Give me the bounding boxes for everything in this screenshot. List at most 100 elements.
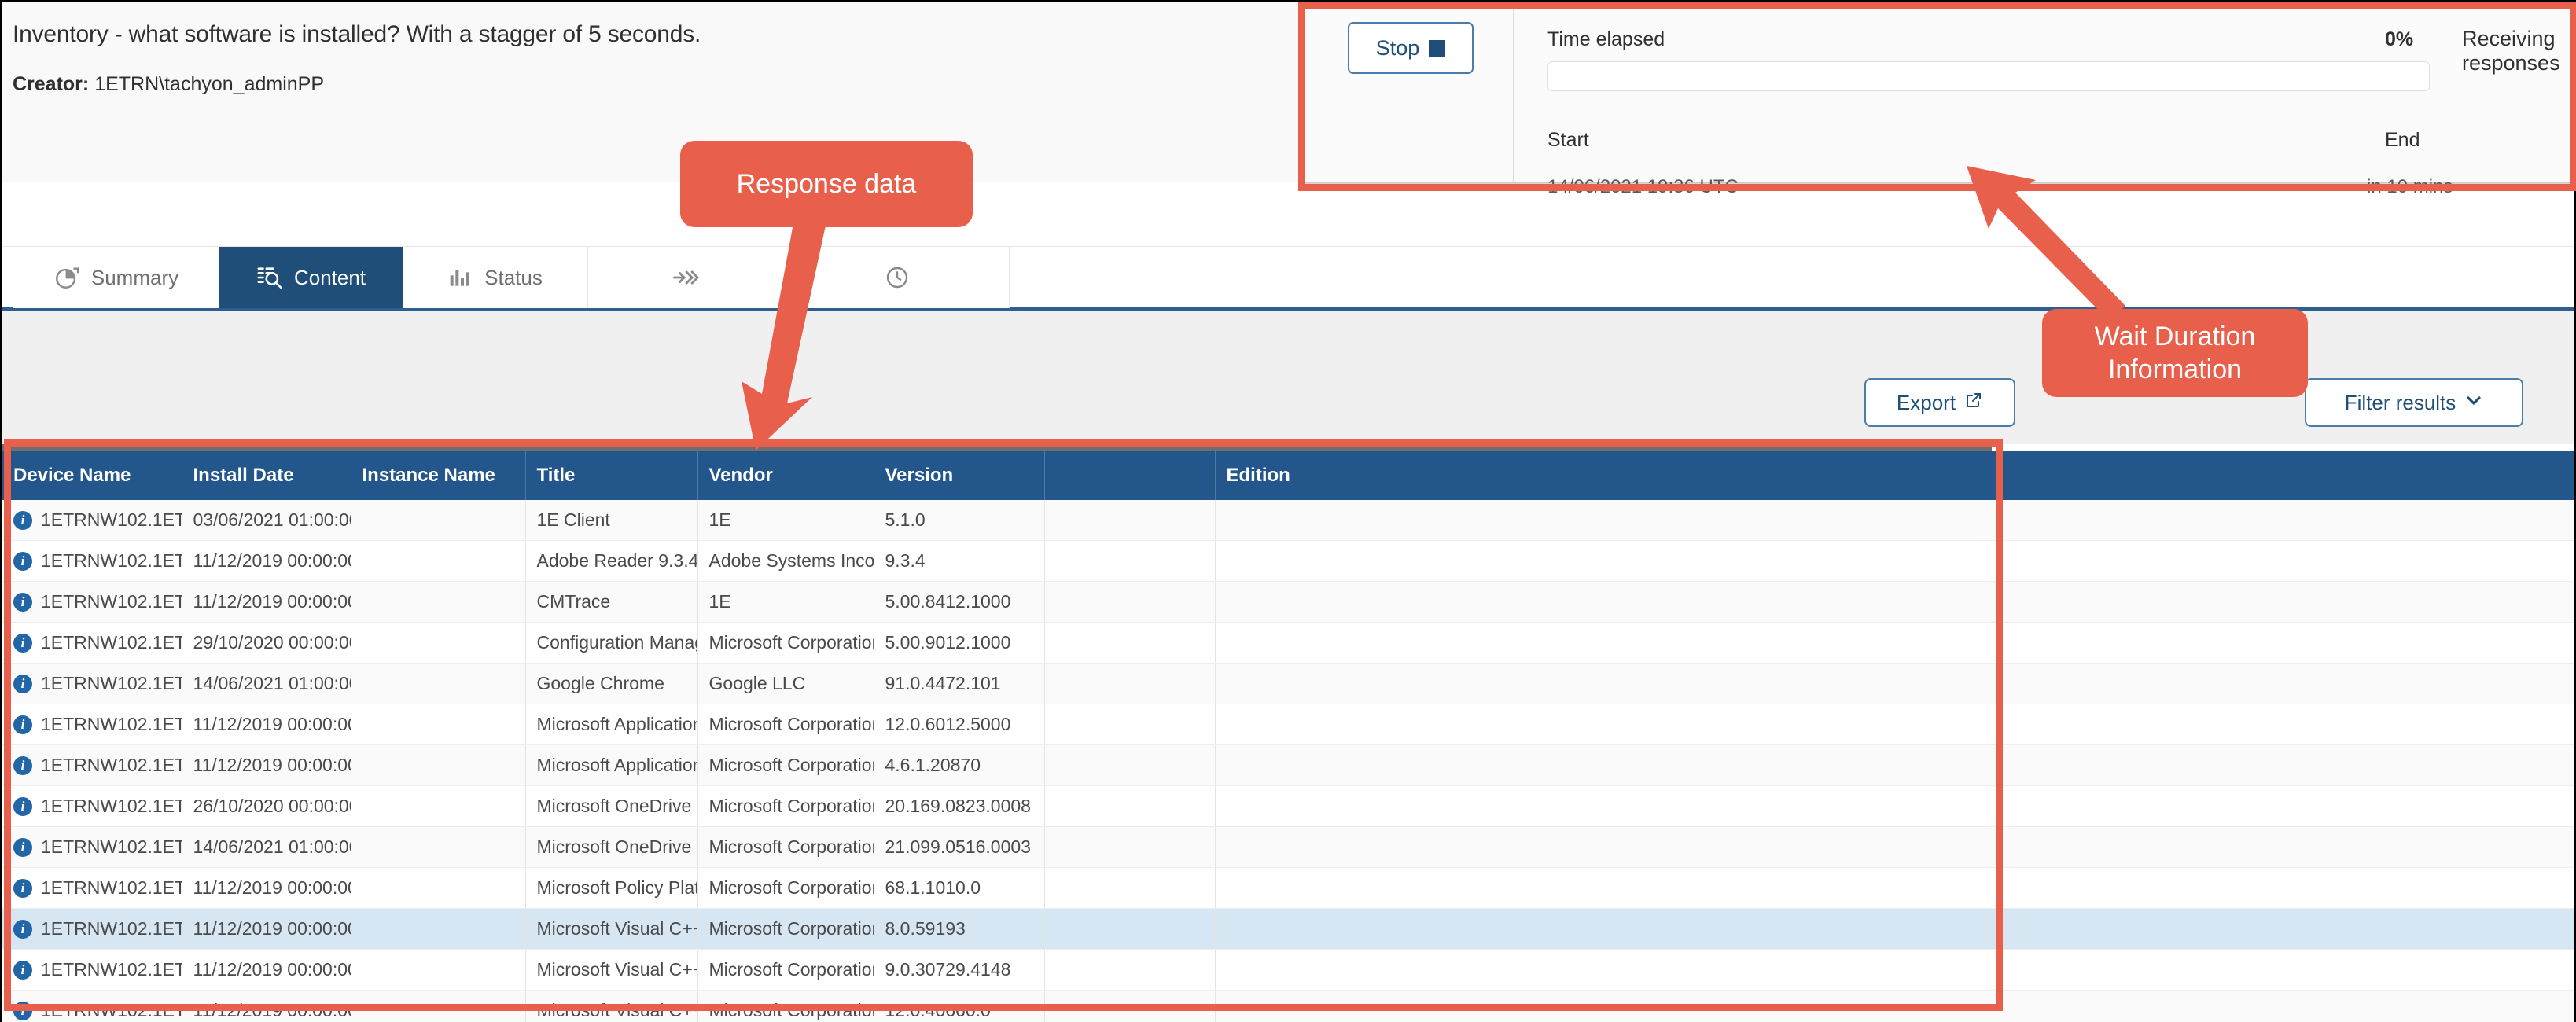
cell-version: 12.0.40660.0 [874,990,1045,1022]
cell-instance [351,990,526,1022]
cell-title: Microsoft Visual C++ 2013 Redistribu... [525,990,698,1022]
creator-line: Creator: 1ETRN\tachyon_adminPP [13,73,324,96]
start-label: Start [1547,129,1589,151]
cell-version: 8.0.59193 [874,908,1045,950]
cell-instance [351,867,526,909]
info-icon[interactable]: i [13,592,32,612]
filter-results-label: Filter results [2344,390,2456,414]
cell-title: Microsoft OneDrive [525,785,698,827]
cell-vendor: Microsoft Corporation [697,826,874,868]
stop-button-label: Stop [1375,35,1420,60]
info-icon[interactable]: i [13,510,32,530]
export-button[interactable]: Export [1864,378,2015,427]
table-row[interactable]: i 1ETRNW102.1ETRN.local03/06/2021 01:00:0… [2,500,2574,541]
table-row[interactable]: i 1ETRNW102.1ETRN.local11/12/2019 00:00:0… [2,949,2574,991]
bar-chart-icon [448,265,473,290]
clock-icon [885,265,910,290]
cell-edition [1215,826,2574,868]
info-icon[interactable]: i [13,796,32,816]
table-row[interactable]: i 1ETRNW102.1ETRN.local14/06/2021 01:00:0… [2,663,2574,704]
cell-vendor: 1E [697,581,874,623]
info-icon[interactable]: i [13,755,32,775]
cell-device-name: i 1ETRNW102.1ETRN.local [2,622,182,664]
column-header-edition[interactable]: Edition [1215,451,2574,500]
tab-schedule[interactable] [796,247,1010,308]
table-row[interactable]: i 1ETRNW102.1ETRN.local11/12/2019 00:00:0… [2,908,2574,950]
cell-install-date: 11/12/2019 00:00:00 +0000 [182,581,351,623]
tab-summary[interactable]: Summary [13,247,219,308]
creator-value: 1ETRN\tachyon_adminPP [94,73,325,95]
cell-blank [1044,744,1216,786]
device-name-text: 1ETRNW102.1ETRN.local [41,714,181,734]
cell-blank [1044,540,1216,582]
tab-followup[interactable] [588,247,796,308]
cell-instance [351,540,526,582]
horizontal-scrollbar[interactable] [2,444,1992,451]
info-icon[interactable]: i [13,1001,32,1020]
cell-edition [1215,704,2574,745]
table-row[interactable]: i 1ETRNW102.1ETRN.local11/12/2019 00:00:0… [2,704,2574,745]
cell-vendor: Microsoft Corporation [697,704,874,745]
info-icon[interactable]: i [13,878,32,898]
cell-vendor: Microsoft Corporation [697,785,874,827]
cell-vendor: Microsoft Corporation [697,744,874,786]
cell-title: Microsoft Application Error Reporting [525,704,698,745]
cell-blank [1044,581,1216,623]
cell-vendor: Microsoft Corporation [697,622,874,664]
info-icon[interactable]: i [13,960,32,980]
time-elapsed-label: Time elapsed [1547,28,1665,50]
table-row[interactable]: i 1ETRNW102.1ETRN.local26/10/2020 00:00:0… [2,785,2574,827]
cell-edition [1215,581,2574,623]
table-row[interactable]: i 1ETRNW102.1ETRN.local11/12/2019 00:00:0… [2,540,2574,582]
table-header-row: Device Name Install Date Instance Name Titl… [2,451,2574,500]
cell-device-name: i 1ETRNW102.1ETRN.local [2,704,182,745]
cell-install-date: 29/10/2020 00:00:00 +0000 [182,622,351,664]
info-icon[interactable]: i [13,919,32,939]
pie-chart-icon [53,264,80,291]
cell-version: 91.0.4472.101 [874,663,1045,704]
table-row[interactable]: i 1ETRNW102.1ETRN.local14/06/2021 01:00:0… [2,826,2574,868]
table-row[interactable]: i 1ETRNW102.1ETRN.local11/12/2019 00:00:0… [2,744,2574,786]
cell-title: Adobe Reader 9.3.4 [525,540,698,582]
table-row[interactable]: i 1ETRNW102.1ETRN.local11/12/2019 00:00:0… [2,990,2574,1022]
chevron-down-icon [2464,391,2483,415]
info-icon[interactable]: i [13,633,32,653]
tab-status-label: Status [484,265,543,289]
info-icon[interactable]: i [13,837,32,857]
info-icon[interactable]: i [13,674,32,693]
receiving-responses-label: Receiving responses [2462,27,2560,75]
table-row[interactable]: i 1ETRNW102.1ETRN.local11/12/2019 00:00:0… [2,867,2574,909]
device-name-text: 1ETRNW102.1ETRN.local [41,959,181,980]
device-name-text: 1ETRNW102.1ETRN.local [41,877,181,898]
cell-edition [1215,785,2574,827]
tab-bar: Summary Content Status [2,246,2574,311]
cell-instance [351,704,526,745]
column-header-device-name[interactable]: Device Name [2,451,182,500]
info-icon[interactable]: i [13,715,32,734]
cell-vendor: Microsoft Corporation [697,867,874,909]
tab-content[interactable]: Content [219,247,403,308]
table-row[interactable]: i 1ETRNW102.1ETRN.local11/12/2019 00:00:0… [2,581,2574,623]
stop-square-icon [1429,39,1446,57]
info-icon[interactable]: i [13,551,32,571]
response-status-panel: Stop Time elapsed 0% Receiving responses [1303,5,2572,197]
tab-status[interactable]: Status [403,247,588,308]
filter-results-button[interactable]: Filter results [2305,378,2523,427]
column-header-version[interactable]: Version [874,451,1045,500]
cell-edition [1215,622,2574,664]
column-header-blank-6[interactable] [1044,451,1216,500]
column-header-title[interactable]: Title [525,451,698,500]
cell-blank [1044,867,1216,909]
stop-button[interactable]: Stop [1348,22,1474,74]
progress-area: Time elapsed 0% Receiving responses Star… [1514,5,2572,197]
stop-button-area: Stop [1303,5,1514,182]
cell-install-date: 11/12/2019 00:00:00 +0000 [182,744,351,786]
table-row[interactable]: i 1ETRNW102.1ETRN.local29/10/2020 00:00:0… [2,622,2574,664]
device-name-text: 1ETRNW102.1ETRN.local [41,509,181,530]
cell-title: Microsoft Application Virtualization ... [525,744,698,786]
column-header-vendor[interactable]: Vendor [697,451,874,500]
results-table: Device Name Install Date Instance Name Titl… [2,451,2574,1022]
column-header-instance-name[interactable]: Instance Name [351,451,526,500]
cell-install-date: 11/12/2019 00:00:00 +0000 [182,908,351,950]
column-header-install-date[interactable]: Install Date [182,451,351,500]
